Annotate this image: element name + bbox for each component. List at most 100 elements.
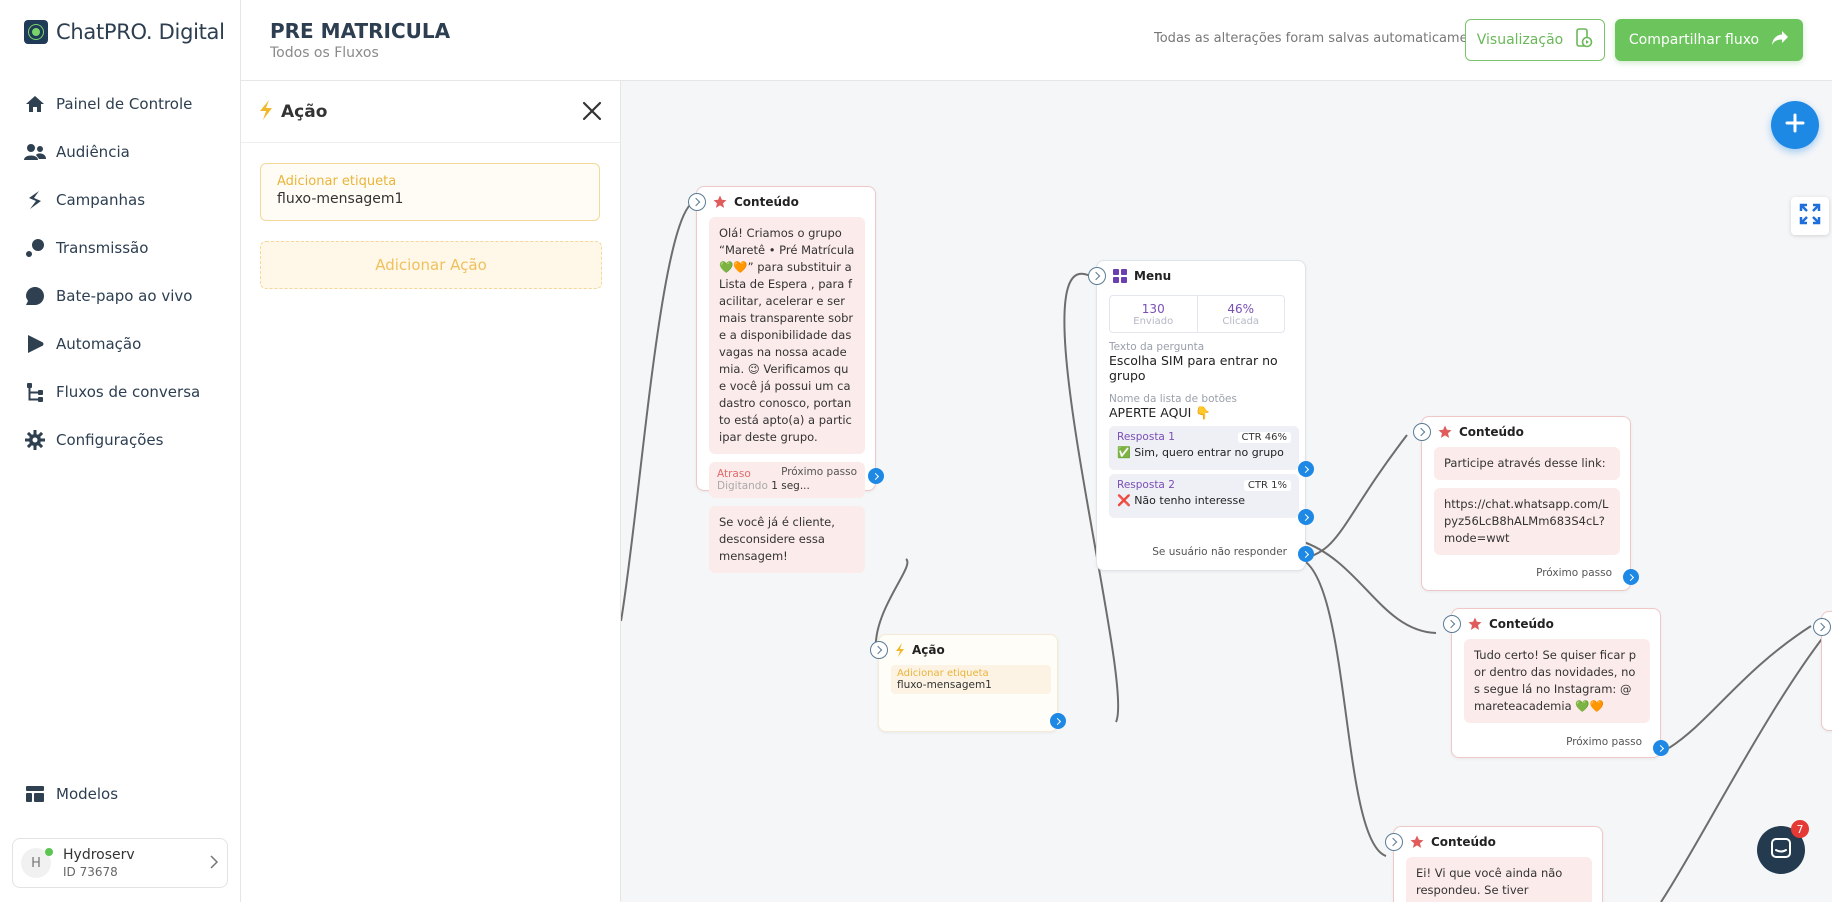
node-header: Conteúdo [1394,827,1602,857]
message-bubble[interactable]: Ei! Vi que você ainda não respondeu. Se … [1406,857,1592,902]
sidebar-item-broadcast[interactable]: Transmissão [24,224,200,272]
preview-button[interactable]: Visualização [1465,19,1605,61]
sidebar-item-live-chat[interactable]: Bate-papo ao vivo [24,272,200,320]
users-icon [24,141,46,163]
gear-icon [24,429,46,451]
input-port[interactable] [688,193,706,211]
share-label: Compartilhar fluxo [1628,32,1760,48]
expand-icon [1799,203,1821,229]
panel-header: Ação [241,81,620,143]
action-editor-panel: Ação Adicionar etiqueta fluxo-mensagem1 … [241,81,621,902]
sidebar-item-automation[interactable]: Automação [24,320,200,368]
action-node[interactable]: Ação Adicionar etiqueta fluxo-mensagem1 [870,634,1066,732]
response-option[interactable]: Resposta 1 CTR 46% ✅ Sim, quero entrar n… [1109,426,1299,470]
content-node[interactable]: Conteúdo Ei! Vi que você ainda não respo… [1385,826,1603,902]
question-label: Texto da pergunta [1109,341,1205,353]
phone-play-icon [1573,28,1593,52]
response-option[interactable]: Resposta 2 CTR 1% ❌ Não tenho interesse [1109,474,1299,518]
sidebar-item-dashboard[interactable]: Painel de Controle [24,80,200,128]
sidebar-item-settings[interactable]: Configurações [24,416,200,464]
content-node[interactable]: Conteúdo Olá! Criamos o grupo “Maretê • … [688,186,884,573]
message-bubble[interactable]: Se você já é cliente, desconsidere essa … [709,506,865,573]
brand-logo [24,20,48,44]
node-header: Conteúdo [1452,609,1660,639]
tag-chip[interactable]: Adicionar etiqueta fluxo-mensagem1 [891,665,1051,694]
no-reply-label: Se usuário não responder [1152,546,1287,558]
page-title: PRE MATRICULA [270,19,451,43]
add-action-button[interactable]: Adicionar Ação [260,241,602,289]
input-port[interactable] [1813,618,1831,636]
sidebar-item-label: Audiência [56,143,130,161]
plus-icon [1785,113,1805,137]
input-port[interactable] [870,641,888,659]
share-flow-button[interactable]: Compartilhar fluxo [1615,19,1803,61]
sidebar-item-label: Configurações [56,431,164,449]
grid-icon [1113,269,1127,283]
add-tag-field[interactable]: Adicionar etiqueta fluxo-mensagem1 [260,163,600,221]
button-list-value[interactable]: APERTE AQUI 👇 [1109,405,1295,420]
sidebar-item-audience[interactable]: Audiência [24,128,200,176]
add-tag-label: Adicionar etiqueta [277,174,397,189]
response-2-port[interactable] [1298,509,1314,525]
menu-node[interactable]: Menu 130 Enviado 46% Clicada Texto da pe… [1088,260,1314,571]
breadcrumb[interactable]: Todos os Fluxos [270,45,379,61]
next-step-label: Próximo passo [1536,567,1612,579]
account-switcher[interactable]: H Hydroserv ID 73678 [12,838,228,888]
flow-canvas[interactable]: Conteúdo Olá! Criamos o grupo “Maretê • … [621,81,1832,902]
input-port[interactable] [1088,267,1106,285]
chevron-right-icon [209,854,219,873]
message-bubble[interactable]: Participe através desse link: [1434,447,1620,480]
next-step-label: Próximo passo [781,466,857,478]
chat-icon [1769,836,1793,864]
input-port[interactable] [1443,615,1461,633]
fullscreen-button[interactable] [1791,197,1829,235]
content-node-partial[interactable] [1813,611,1832,731]
no-reply-port[interactable] [1298,546,1314,562]
star-icon [1438,425,1452,439]
input-port[interactable] [1413,423,1431,441]
input-port[interactable] [1385,833,1403,851]
brand[interactable]: ChatPRO. Digital [24,20,225,44]
output-port[interactable] [1623,569,1639,585]
link-bubble[interactable]: https://chat.whatsapp.com/Lpyz56LcB8hALM… [1434,488,1620,555]
star-icon [1468,617,1482,631]
clicked-label: Clicada [1222,315,1260,327]
avatar: H [21,848,53,878]
unread-badge: 7 [1791,820,1809,838]
output-port[interactable] [1050,713,1066,729]
node-title: Ação [912,643,945,657]
message-bubble[interactable]: Olá! Criamos o grupo “Maretê • Pré Matrí… [709,217,865,454]
add-node-button[interactable] [1771,101,1819,149]
add-tag-value[interactable]: fluxo-mensagem1 [277,191,583,207]
sidebar-item-models[interactable]: Modelos [24,782,118,806]
node-header: Ação [879,635,1057,665]
sidebar: ChatPRO. Digital Painel de Controle Audi… [0,0,241,902]
sidebar-item-label: Modelos [56,785,119,803]
bolt-icon [24,189,46,211]
output-port[interactable] [1653,740,1669,756]
question-value[interactable]: Escolha SIM para entrar no grupo [1109,353,1295,383]
sent-stat: 130 Enviado [1110,296,1197,332]
response-ctr: CTR 46% [1237,432,1291,443]
close-icon[interactable] [580,99,604,123]
panel-title: Ação [281,101,328,122]
sidebar-nav: Painel de Controle Audiência Campanhas T… [24,80,200,464]
sidebar-item-campaigns[interactable]: Campanhas [24,176,200,224]
content-node[interactable]: Conteúdo Participe através desse link: h… [1413,416,1639,591]
content-node[interactable]: Conteúdo Tudo certo! Se quiser ficar por… [1443,608,1669,758]
account-name: Hydroserv [63,847,135,863]
clicked-value: 46% [1227,301,1255,316]
output-port[interactable] [868,468,884,484]
response-value: ❌ Não tenho interesse [1117,494,1246,507]
support-chat-launcher[interactable]: 7 [1757,820,1809,874]
tag-value: fluxo-mensagem1 [897,679,992,691]
sidebar-item-flows[interactable]: Fluxos de conversa [24,368,200,416]
tag-label: Adicionar etiqueta [897,668,989,679]
broadcast-icon [24,237,46,259]
message-bubble[interactable]: Tudo certo! Se quiser ficar por dentro d… [1464,639,1650,723]
node-title: Conteúdo [734,195,799,209]
response-1-port[interactable] [1298,461,1314,477]
bolt-icon [259,99,273,124]
chat-bubble-icon [24,285,46,307]
node-header: Conteúdo [697,187,875,217]
